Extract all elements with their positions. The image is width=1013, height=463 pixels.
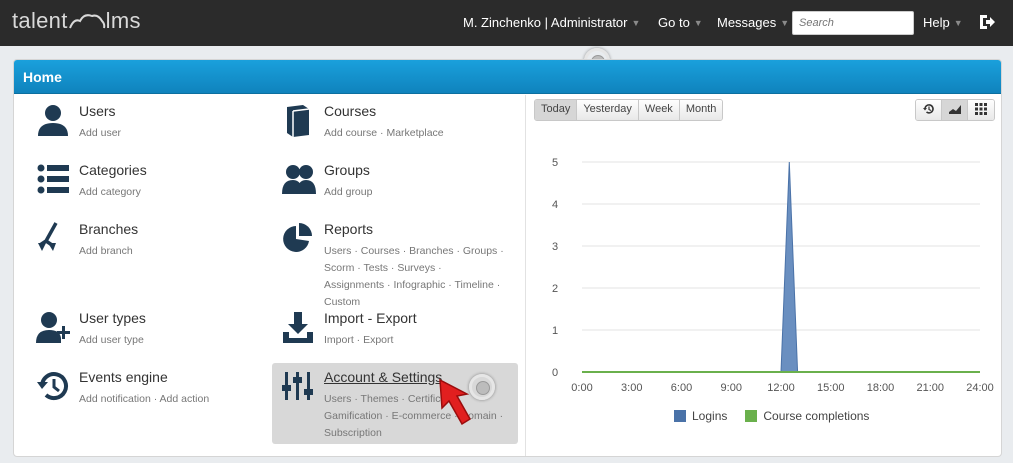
add-notification-action-links[interactable]: Add notification · Add action bbox=[79, 391, 259, 408]
messages-menu[interactable]: Messages ▼ bbox=[717, 15, 789, 30]
talentlms-logo[interactable]: talent lms bbox=[12, 8, 141, 34]
home-panel: Home Users Add user Categories Add categ… bbox=[13, 59, 1002, 457]
legend-swatch-logins bbox=[674, 410, 686, 422]
x-tick-label: 0:00 bbox=[571, 382, 592, 394]
x-tick-label: 15:00 bbox=[817, 382, 845, 394]
add-user-link[interactable]: Add user bbox=[79, 125, 259, 142]
groups-link[interactable]: Groups bbox=[324, 162, 370, 178]
history-icon bbox=[922, 104, 934, 114]
add-group-link[interactable]: Add group bbox=[324, 184, 504, 201]
chart-legend: Logins Course completions bbox=[674, 409, 869, 423]
x-tick-label: 9:00 bbox=[721, 382, 742, 394]
search-input[interactable] bbox=[792, 11, 914, 35]
page-title: Home bbox=[23, 69, 62, 85]
branch-icon bbox=[38, 222, 58, 251]
series-area-logins[interactable] bbox=[582, 161, 980, 373]
categories-link[interactable]: Categories bbox=[79, 162, 147, 178]
add-branch-link[interactable]: Add branch bbox=[79, 243, 259, 260]
branches-link[interactable]: Branches bbox=[79, 221, 138, 237]
y-tick-label: 0 bbox=[552, 367, 558, 379]
y-tick-label: 1 bbox=[552, 325, 558, 337]
y-tick-label: 5 bbox=[552, 157, 558, 169]
timeline-view-button[interactable] bbox=[916, 100, 942, 120]
y-tick-label: 2 bbox=[552, 283, 558, 295]
pie-chart-icon bbox=[283, 223, 312, 252]
add-user-type-link[interactable]: Add user type bbox=[79, 332, 259, 349]
book-icon bbox=[287, 105, 310, 137]
logo-text-left: talent bbox=[12, 8, 68, 33]
help-menu[interactable]: Help ▼ bbox=[923, 15, 963, 30]
import-export-link[interactable]: Import - Export bbox=[324, 310, 417, 326]
legend-swatch-completions bbox=[745, 410, 758, 422]
logout-icon[interactable] bbox=[978, 13, 996, 31]
x-tick-label: 6:00 bbox=[671, 382, 692, 394]
user-add-icon bbox=[36, 312, 70, 343]
add-category-link[interactable]: Add category bbox=[79, 184, 259, 201]
top-navigation-bar: talent lms M. Zinchenko | Administrator ▼ … bbox=[0, 0, 1013, 46]
x-tick-label: 24:00 bbox=[966, 382, 994, 394]
panel-divider bbox=[525, 95, 526, 456]
download-icon bbox=[283, 312, 313, 343]
legend-label-completions: Course completions bbox=[763, 409, 870, 423]
area-chart-view-button[interactable] bbox=[942, 100, 968, 120]
x-tick-label: 12:00 bbox=[767, 382, 795, 394]
group-icon bbox=[282, 165, 316, 194]
panel-header: Home bbox=[14, 60, 1001, 94]
help-menu-label: Help bbox=[923, 15, 950, 30]
user-menu-label: M. Zinchenko | Administrator bbox=[463, 15, 628, 30]
caret-down-icon: ▼ bbox=[693, 18, 703, 28]
x-tick-label: 21:00 bbox=[916, 382, 944, 394]
x-tick-label: 3:00 bbox=[621, 382, 642, 394]
x-tick-label: 18:00 bbox=[867, 382, 895, 394]
grid-view-button[interactable] bbox=[968, 100, 994, 120]
caret-down-icon: ▼ bbox=[631, 18, 641, 28]
user-types-link[interactable]: User types bbox=[79, 310, 146, 326]
chart-view-toggle bbox=[915, 99, 995, 121]
legend-item-course-completions[interactable]: Course completions bbox=[745, 409, 869, 423]
tab-today[interactable]: Today bbox=[535, 100, 578, 120]
area-chart-icon bbox=[948, 105, 961, 114]
reports-sub-links[interactable]: Users · Courses · Branches · Groups · Sc… bbox=[324, 243, 504, 311]
add-course-marketplace-links[interactable]: Add course · Marketplace bbox=[324, 125, 504, 142]
tab-week[interactable]: Week bbox=[638, 100, 680, 120]
caret-down-icon: ▼ bbox=[953, 18, 963, 28]
account-settings-link[interactable]: Account & Settings bbox=[324, 369, 442, 385]
events-engine-link[interactable]: Events engine bbox=[79, 369, 168, 385]
y-tick-label: 3 bbox=[552, 241, 558, 253]
goto-menu-label: Go to bbox=[658, 15, 690, 30]
logo-text-right: lms bbox=[105, 8, 141, 33]
y-tick-label: 4 bbox=[552, 199, 558, 211]
tab-yesterday[interactable]: Yesterday bbox=[577, 100, 639, 120]
legend-label-logins: Logins bbox=[692, 409, 728, 423]
messages-menu-label: Messages bbox=[717, 15, 777, 30]
users-link[interactable]: Users bbox=[79, 103, 116, 119]
user-menu[interactable]: M. Zinchenko | Administrator ▼ bbox=[463, 15, 640, 30]
cloud-icon bbox=[68, 14, 105, 29]
goto-menu[interactable]: Go to ▼ bbox=[658, 15, 703, 30]
red-arrow-pointer-icon bbox=[439, 378, 472, 426]
reports-link[interactable]: Reports bbox=[324, 221, 373, 237]
sliders-icon bbox=[282, 372, 313, 400]
courses-link[interactable]: Courses bbox=[324, 103, 376, 119]
history-icon bbox=[37, 372, 68, 401]
user-icon bbox=[38, 105, 68, 136]
list-icon bbox=[37, 164, 69, 194]
legend-item-logins[interactable]: Logins bbox=[674, 409, 727, 423]
time-range-tabs: Today Yesterday Week Month bbox=[534, 99, 724, 121]
activity-chart: 0 1 2 3 4 5 0:00 3:00 6:00 9:00 12:00 15:00 18:00 21:… bbox=[552, 157, 994, 394]
import-export-links[interactable]: Import · Export bbox=[324, 332, 504, 349]
tab-month[interactable]: Month bbox=[679, 100, 723, 120]
grid-icon bbox=[975, 103, 987, 115]
caret-down-icon: ▼ bbox=[780, 18, 790, 28]
